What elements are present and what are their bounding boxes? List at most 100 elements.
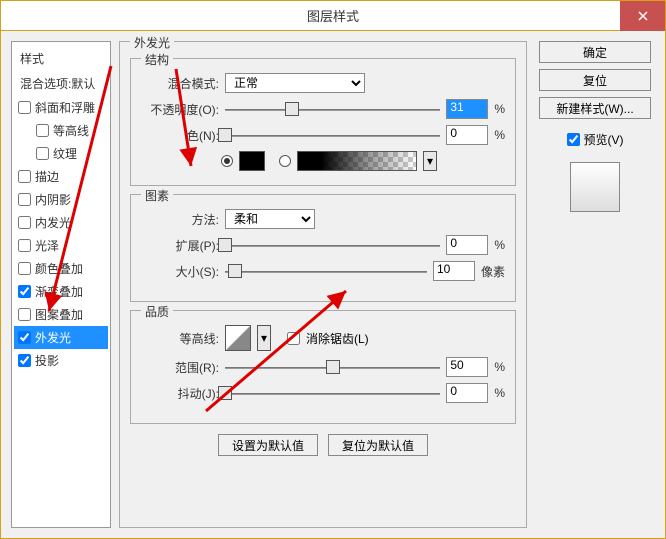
preview-checkbox[interactable] (567, 133, 580, 146)
style-label: 纹理 (53, 145, 77, 162)
style-checkbox[interactable] (18, 170, 31, 183)
size-input[interactable]: 10 (433, 261, 475, 281)
contour-label: 等高线: (141, 330, 219, 347)
right-panel: 确定 复位 新建样式(W)... 预览(V) (535, 41, 655, 528)
style-checkbox[interactable] (18, 354, 31, 367)
solid-color-radio[interactable] (221, 155, 233, 167)
spread-input[interactable]: 0 (446, 235, 488, 255)
jitter-input[interactable]: 0 (446, 383, 488, 403)
make-default-button[interactable]: 设置为默认值 (218, 434, 318, 456)
titlebar: 图层样式 (1, 1, 665, 31)
elements-subgroup: 图素 方法: 柔和 扩展(P): 0 % (130, 194, 516, 302)
quality-title: 品质 (141, 303, 173, 320)
close-button[interactable] (620, 1, 665, 31)
quality-subgroup: 品质 等高线: ▾ 消除锯齿(L) 范围(R): 50 (130, 310, 516, 424)
style-checkbox[interactable] (18, 101, 31, 114)
style-item-7[interactable]: 颜色叠加 (14, 257, 108, 280)
style-checkbox[interactable] (18, 308, 31, 321)
jitter-unit: % (494, 386, 505, 400)
noise-unit: % (494, 128, 505, 142)
noise-input[interactable]: 0 (446, 125, 488, 145)
blend-mode-label: 混合模式: (141, 75, 219, 92)
opacity-unit: % (494, 102, 505, 116)
style-label: 外发光 (35, 329, 71, 346)
range-label: 范围(R): (141, 359, 219, 376)
jitter-slider[interactable] (225, 383, 440, 403)
opacity-input[interactable]: 31 (446, 99, 488, 119)
style-label: 等高线 (53, 122, 89, 139)
styles-list: 样式 混合选项:默认 斜面和浮雕等高线纹理描边内阴影内发光光泽颜色叠加渐变叠加图… (11, 41, 111, 528)
opacity-label: 不透明度(O): (141, 101, 219, 118)
style-checkbox[interactable] (18, 285, 31, 298)
blend-options-header[interactable]: 混合选项:默认 (14, 71, 108, 96)
style-checkbox[interactable] (36, 124, 49, 137)
structure-subgroup: 结构 混合模式: 正常 不透明度(O): 31 % (130, 58, 516, 186)
jitter-label: 抖动(J): (141, 385, 219, 402)
style-checkbox[interactable] (18, 331, 31, 344)
opacity-slider[interactable] (225, 99, 440, 119)
style-label: 描边 (35, 168, 59, 185)
size-label: 大小(S): (141, 263, 219, 280)
spread-unit: % (494, 238, 505, 252)
style-label: 投影 (35, 352, 59, 369)
size-unit: 像素 (481, 263, 505, 280)
method-select[interactable]: 柔和 (225, 209, 315, 229)
preview-label: 预览(V) (584, 131, 624, 148)
settings-panel: 外发光 结构 混合模式: 正常 不透明度(O): (119, 41, 527, 528)
style-item-11[interactable]: 投影 (14, 349, 108, 372)
style-label: 颜色叠加 (35, 260, 83, 277)
antialias-checkbox[interactable] (287, 332, 300, 345)
contour-picker[interactable] (225, 325, 251, 351)
gradient-radio[interactable] (279, 155, 291, 167)
outer-glow-group: 外发光 结构 混合模式: 正常 不透明度(O): (119, 41, 527, 528)
style-item-6[interactable]: 光泽 (14, 234, 108, 257)
style-item-2[interactable]: 纹理 (14, 142, 108, 165)
noise-label: 色(N): (141, 127, 219, 144)
style-item-9[interactable]: 图案叠加 (14, 303, 108, 326)
style-item-0[interactable]: 斜面和浮雕 (14, 96, 108, 119)
size-slider[interactable] (225, 261, 427, 281)
elements-title: 图素 (141, 187, 173, 204)
spread-slider[interactable] (225, 235, 440, 255)
content: 样式 混合选项:默认 斜面和浮雕等高线纹理描边内阴影内发光光泽颜色叠加渐变叠加图… (1, 31, 665, 538)
style-label: 内发光 (35, 214, 71, 231)
ok-button[interactable]: 确定 (539, 41, 651, 63)
blend-mode-select[interactable]: 正常 (225, 73, 365, 93)
style-item-5[interactable]: 内发光 (14, 211, 108, 234)
outer-glow-title: 外发光 (130, 34, 174, 51)
style-item-10[interactable]: 外发光 (14, 326, 108, 349)
style-item-4[interactable]: 内阴影 (14, 188, 108, 211)
style-item-1[interactable]: 等高线 (14, 119, 108, 142)
preview-swatch (570, 162, 620, 212)
reset-default-button[interactable]: 复位为默认值 (328, 434, 428, 456)
style-checkbox[interactable] (36, 147, 49, 160)
style-label: 光泽 (35, 237, 59, 254)
style-label: 内阴影 (35, 191, 71, 208)
color-swatch[interactable] (239, 151, 265, 171)
contour-dropdown[interactable]: ▾ (257, 325, 271, 351)
range-input[interactable]: 50 (446, 357, 488, 377)
gradient-picker[interactable] (297, 151, 417, 171)
styles-header[interactable]: 样式 (14, 46, 108, 71)
layer-style-dialog: 图层样式 样式 混合选项:默认 斜面和浮雕等高线纹理描边内阴影内发光光泽颜色叠加… (0, 0, 666, 539)
style-checkbox[interactable] (18, 193, 31, 206)
close-icon (638, 11, 648, 21)
cancel-button[interactable]: 复位 (539, 69, 651, 91)
structure-title: 结构 (141, 51, 173, 68)
style-item-8[interactable]: 渐变叠加 (14, 280, 108, 303)
spread-label: 扩展(P): (141, 237, 219, 254)
range-unit: % (494, 360, 505, 374)
style-checkbox[interactable] (18, 216, 31, 229)
style-checkbox[interactable] (18, 239, 31, 252)
style-checkbox[interactable] (18, 262, 31, 275)
new-style-button[interactable]: 新建样式(W)... (539, 97, 651, 119)
antialias-label: 消除锯齿(L) (306, 330, 369, 347)
gradient-dropdown[interactable]: ▾ (423, 151, 437, 171)
method-label: 方法: (141, 211, 219, 228)
range-slider[interactable] (225, 357, 440, 377)
window-title: 图层样式 (1, 6, 665, 25)
noise-slider[interactable] (225, 125, 440, 145)
style-label: 渐变叠加 (35, 283, 83, 300)
style-item-3[interactable]: 描边 (14, 165, 108, 188)
style-label: 图案叠加 (35, 306, 83, 323)
